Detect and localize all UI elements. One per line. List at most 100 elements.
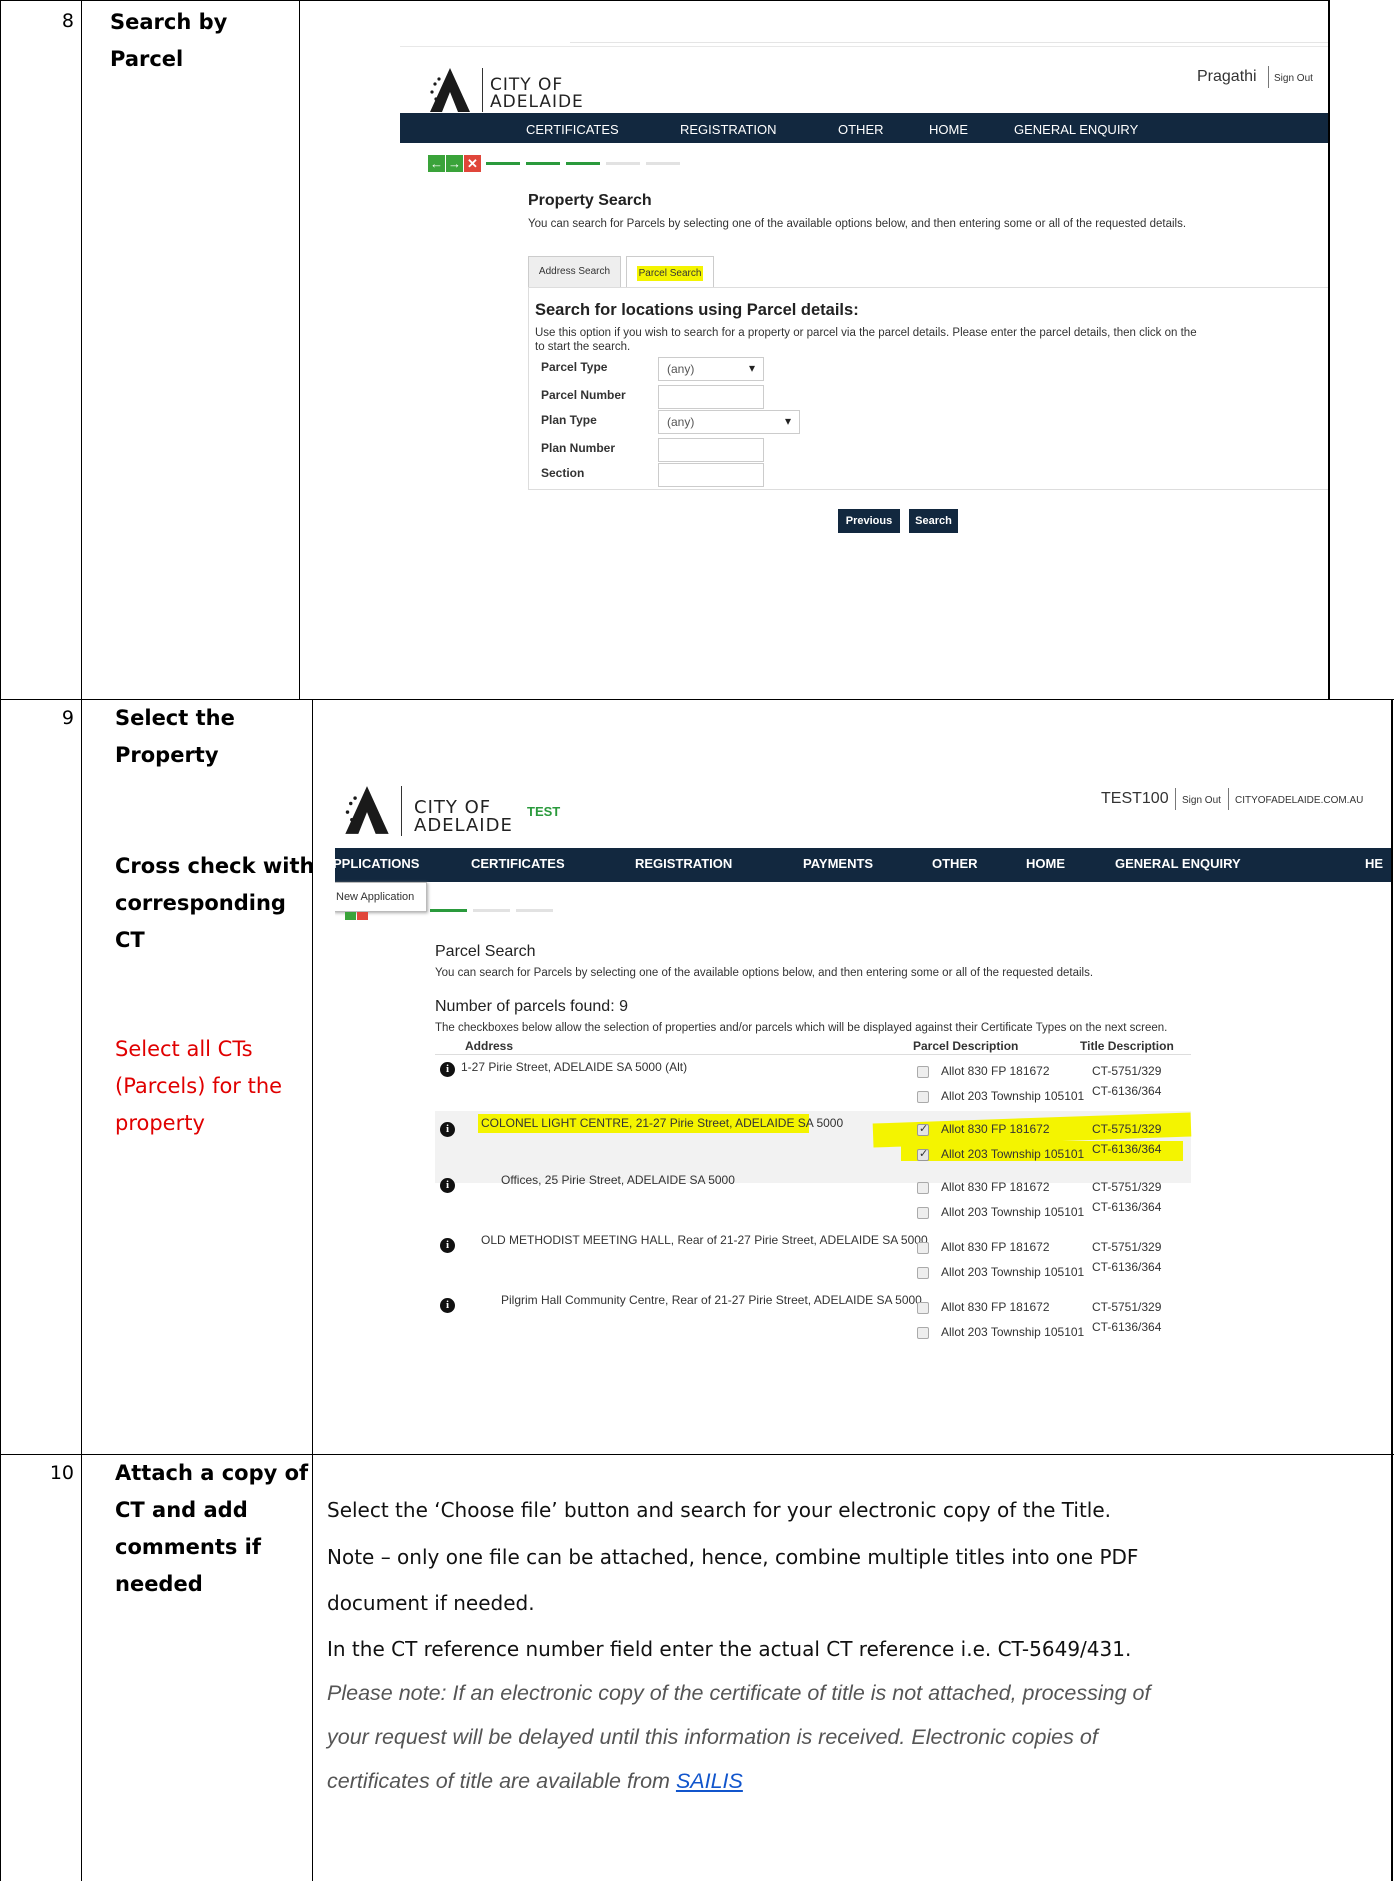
parcel-count: Number of parcels found: 9: [435, 998, 628, 1015]
section-input[interactable]: [658, 463, 764, 487]
forward-arrow-icon[interactable]: [345, 912, 356, 920]
progress-step: [526, 162, 560, 165]
tab-parcel-search[interactable]: Parcel Search: [626, 256, 714, 288]
main-nav: CERTIFICATES REGISTRATION OTHER HOME GEN…: [400, 113, 1328, 143]
nav-help[interactable]: HE: [1365, 856, 1383, 871]
parcel-description: Allot 203 Township 105101: [941, 1325, 1085, 1339]
note-text: certificates of title are available from…: [327, 1769, 743, 1793]
nav-general-enquiry[interactable]: GENERAL ENQUIRY: [1014, 122, 1138, 137]
info-icon[interactable]: i: [440, 1122, 455, 1137]
nav-applications[interactable]: PPLICATIONS: [335, 856, 419, 871]
progress-step: [646, 162, 680, 165]
info-icon[interactable]: i: [440, 1178, 455, 1193]
column-parcel-description: Parcel Description: [913, 1039, 1019, 1053]
city-of-adelaide-logo: [345, 786, 389, 834]
parcel-checkbox[interactable]: [917, 1242, 929, 1254]
sailis-link[interactable]: SAILIS: [676, 1769, 743, 1793]
title-description: CT-5751/329: [1092, 1122, 1162, 1136]
note-text: Please note: If an electronic copy of th…: [327, 1681, 1151, 1705]
info-icon[interactable]: i: [440, 1062, 455, 1077]
parcel-checkbox[interactable]: [917, 1302, 929, 1314]
previous-button[interactable]: Previous: [838, 509, 900, 533]
nav-certificates[interactable]: CERTIFICATES: [471, 856, 565, 871]
cancel-x-icon[interactable]: ✕: [464, 155, 481, 172]
step-instruction: Select all CTs (Parcels) for the property: [115, 1037, 283, 1135]
nav-home[interactable]: HOME: [1026, 856, 1065, 871]
nav-registration[interactable]: REGISTRATION: [680, 122, 777, 137]
parcel-number-label: Parcel Number: [541, 388, 626, 402]
title-description: CT-6136/364: [1092, 1260, 1162, 1274]
description-text: to start the search.: [535, 341, 631, 353]
sign-out-link[interactable]: Sign Out: [1274, 73, 1313, 84]
page-title: Parcel Search: [435, 943, 536, 960]
section-label: Section: [541, 466, 585, 480]
parcel-description: Allot 203 Township 105101: [941, 1089, 1085, 1103]
parcel-checkbox[interactable]: [917, 1147, 929, 1161]
parcel-number-input[interactable]: [658, 385, 764, 409]
dropdown-new-application[interactable]: New Application: [335, 882, 427, 912]
nav-other[interactable]: OTHER: [932, 856, 978, 871]
parcel-checkbox[interactable]: [917, 1207, 929, 1219]
instruction-text: Note – only one file can be attached, he…: [327, 1545, 1139, 1569]
parcel-description: Allot 830 FP 181672: [941, 1122, 1050, 1136]
checkbox-explanation: The checkboxes below allow the selection…: [435, 1022, 1168, 1034]
plan-number-label: Plan Number: [541, 441, 616, 455]
column-title-description: Title Description: [1080, 1039, 1174, 1053]
parcel-checkbox[interactable]: [917, 1066, 929, 1078]
sign-out-link[interactable]: Sign Out: [1182, 795, 1221, 806]
nav-general-enquiry[interactable]: GENERAL ENQUIRY: [1115, 856, 1241, 871]
nav-certificates[interactable]: CERTIFICATES: [526, 122, 619, 137]
title-description: CT-6136/364: [1092, 1320, 1162, 1334]
parcel-address: OLD METHODIST MEETING HALL, Rear of 21-2…: [481, 1233, 928, 1247]
title-description: CT-5751/329: [1092, 1180, 1162, 1194]
table-divider: [1328, 0, 1330, 700]
back-arrow-icon[interactable]: ←: [428, 155, 445, 172]
forward-arrow-icon[interactable]: →: [446, 155, 463, 172]
instruction-text: document if needed.: [327, 1591, 535, 1615]
parcel-checkbox[interactable]: [917, 1091, 929, 1103]
title-description: CT-5751/329: [1092, 1064, 1162, 1078]
plan-number-input[interactable]: [658, 438, 764, 462]
table-border-right: [1391, 700, 1393, 1881]
progress-step: [473, 909, 510, 912]
page-title: Property Search: [528, 192, 652, 209]
parcel-address: Pilgrim Hall Community Centre, Rear of 2…: [501, 1293, 922, 1307]
environment-badge: TEST: [527, 804, 561, 819]
parcel-checkbox[interactable]: [917, 1327, 929, 1339]
description-text: Use this option if you wish to search fo…: [535, 327, 1197, 339]
nav-home[interactable]: HOME: [929, 122, 968, 137]
plan-type-label: Plan Type: [541, 413, 597, 427]
instruction-text: Select the ‘Choose file’ button and sear…: [327, 1498, 1112, 1522]
info-icon[interactable]: i: [440, 1298, 455, 1313]
title-description: CT-6136/364: [1092, 1200, 1162, 1214]
screenshot-property-search: CITY OF ADELAIDE Pragathi Sign Out CERTIF…: [400, 30, 1328, 670]
site-link[interactable]: CITYOFADELAIDE.COM.AU: [1235, 795, 1363, 806]
table-divider: [81, 0, 82, 1881]
nav-other[interactable]: OTHER: [838, 122, 884, 137]
progress-step: [566, 162, 600, 165]
progress-step: [516, 909, 553, 912]
logo-text: CITY OF ADELAIDE: [490, 75, 584, 112]
parcel-checkbox[interactable]: [917, 1122, 929, 1136]
cancel-x-icon[interactable]: [357, 912, 368, 920]
nav-registration[interactable]: REGISTRATION: [635, 856, 732, 871]
parcel-address: Offices, 25 Pirie Street, ADELAIDE SA 50…: [501, 1173, 735, 1187]
info-icon[interactable]: i: [440, 1238, 455, 1253]
parcel-description: Allot 830 FP 181672: [941, 1300, 1050, 1314]
parcel-type-select[interactable]: (any): [658, 357, 764, 381]
parcel-description: Allot 830 FP 181672: [941, 1180, 1050, 1194]
parcel-description: Allot 203 Township 105101: [941, 1147, 1085, 1161]
parcel-checkbox[interactable]: [917, 1267, 929, 1279]
title-description: CT-5751/329: [1092, 1240, 1162, 1254]
search-button[interactable]: Search: [909, 509, 958, 533]
title-description: CT-6136/364: [1092, 1142, 1162, 1156]
step-title: Attach a copy of CT and add comments if nee…: [115, 1461, 309, 1596]
parcel-checkbox[interactable]: [917, 1182, 929, 1194]
tab-address-search[interactable]: Address Search: [528, 256, 621, 287]
nav-payments[interactable]: PAYMENTS: [803, 856, 873, 871]
table-border-top: [0, 0, 1330, 1]
intro-text: You can search for Parcels by selecting …: [528, 218, 1187, 230]
plan-type-select[interactable]: (any): [658, 410, 800, 434]
section-heading: Search for locations using Parcel detail…: [535, 301, 859, 319]
table-divider: [299, 0, 300, 700]
